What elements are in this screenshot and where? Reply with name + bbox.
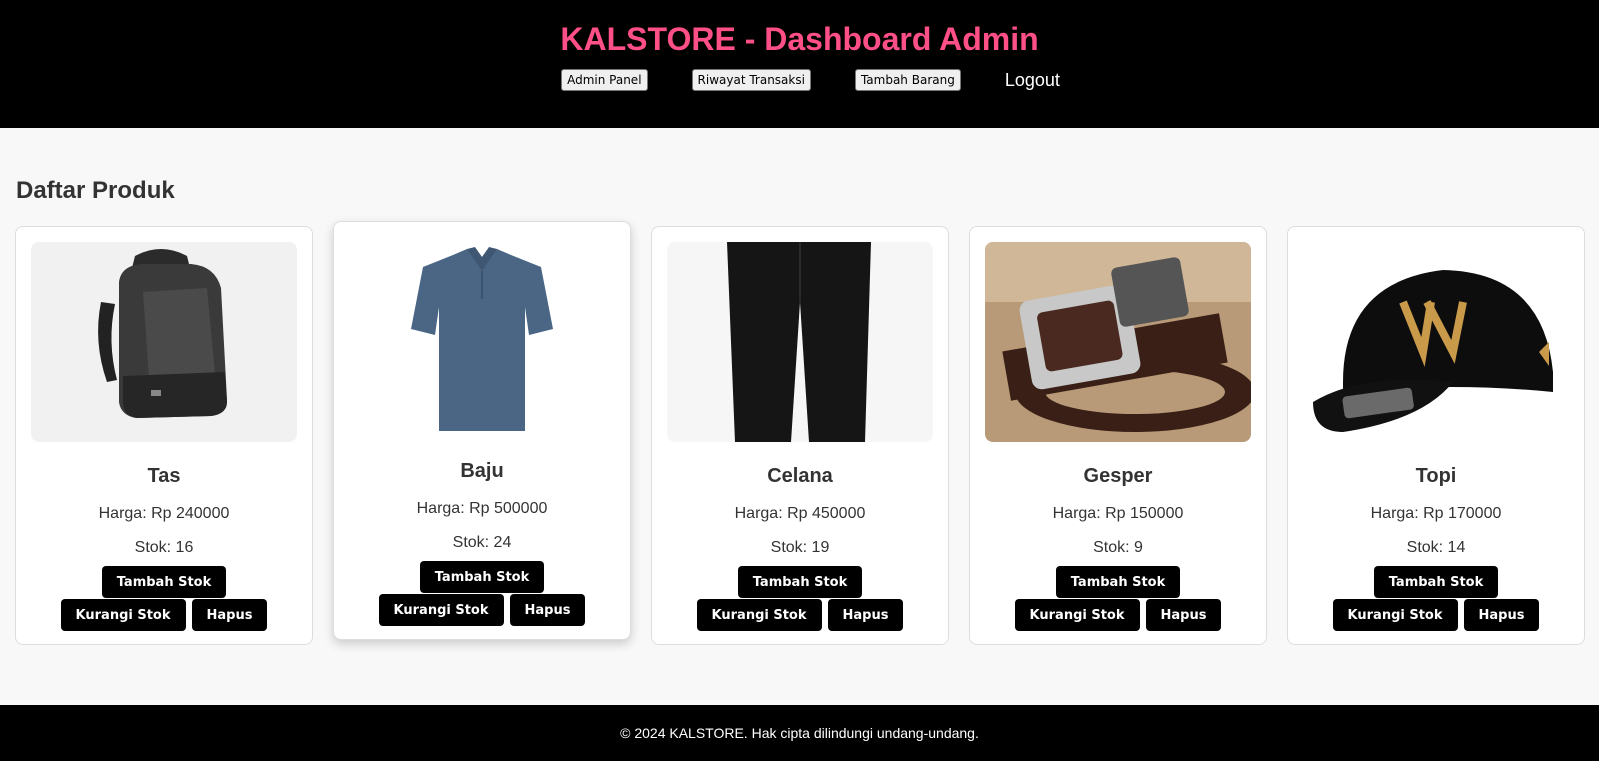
add-stock-button[interactable]: Tambah Stok — [101, 566, 227, 598]
product-stock: Stok: 14 — [1406, 539, 1466, 556]
product-card: Celana Harga: Rp 450000 Stok: 19 Tambah … — [651, 226, 949, 645]
site-header: KALSTORE - Dashboard Admin Admin Panel R… — [0, 0, 1599, 128]
product-name: Celana — [767, 465, 833, 487]
footer-text: © 2024 KALSTORE. Hak cipta dilindungi un… — [620, 725, 979, 741]
add-stock-button[interactable]: Tambah Stok — [1055, 566, 1181, 598]
product-card: Baju Harga: Rp 500000 Stok: 24 Tambah St… — [333, 221, 631, 640]
product-price: Harga: Rp 170000 — [1370, 505, 1502, 522]
product-stock: Stok: 24 — [452, 534, 512, 551]
riwayat-transaksi-button[interactable]: Riwayat Transaksi — [691, 69, 811, 91]
add-stock-button[interactable]: Tambah Stok — [737, 566, 863, 598]
product-name: Topi — [1415, 465, 1457, 487]
admin-panel-button[interactable]: Admin Panel — [561, 69, 648, 91]
cap-image — [1303, 242, 1569, 442]
add-stock-button[interactable]: Tambah Stok — [419, 561, 545, 593]
product-name: Tas — [147, 465, 181, 487]
delete-button[interactable]: Hapus — [191, 599, 268, 631]
product-stock: Stok: 16 — [134, 539, 194, 556]
logout-link[interactable]: Logout — [1005, 69, 1060, 91]
site-title: KALSTORE - Dashboard Admin — [560, 21, 1039, 57]
product-grid: Tas Harga: Rp 240000 Stok: 16 Tambah Sto… — [15, 221, 1585, 646]
product-stock: Stok: 19 — [770, 539, 830, 556]
delete-button[interactable]: Hapus — [1463, 599, 1540, 631]
reduce-stock-button[interactable]: Kurangi Stok — [1332, 599, 1458, 631]
product-stock: Stok: 9 — [1093, 539, 1143, 556]
top-nav: Admin Panel Riwayat Transaksi Tambah Bar… — [0, 69, 1599, 91]
product-actions: Tambah Stok Kurangi Stok Hapus — [652, 566, 948, 631]
backpack-image — [31, 242, 297, 442]
product-name: Baju — [460, 460, 504, 482]
reduce-stock-button[interactable]: Kurangi Stok — [1014, 599, 1140, 631]
delete-button[interactable]: Hapus — [509, 594, 586, 626]
trousers-image — [667, 242, 933, 442]
product-actions: Tambah Stok Kurangi Stok Hapus — [334, 561, 630, 626]
belt-image — [985, 242, 1251, 442]
polo-shirt-image — [349, 237, 615, 437]
tambah-barang-button[interactable]: Tambah Barang — [854, 69, 961, 91]
product-card: Gesper Harga: Rp 150000 Stok: 9 Tambah S… — [969, 226, 1267, 645]
product-price: Harga: Rp 500000 — [416, 500, 548, 517]
section-title: Daftar Produk — [16, 177, 175, 204]
product-price: Harga: Rp 240000 — [98, 505, 230, 522]
product-card: Topi Harga: Rp 170000 Stok: 14 Tambah St… — [1287, 226, 1585, 645]
product-name: Gesper — [1083, 465, 1153, 487]
reduce-stock-button[interactable]: Kurangi Stok — [378, 594, 504, 626]
delete-button[interactable]: Hapus — [1145, 599, 1222, 631]
reduce-stock-button[interactable]: Kurangi Stok — [696, 599, 822, 631]
site-footer: © 2024 KALSTORE. Hak cipta dilindungi un… — [0, 705, 1599, 761]
delete-button[interactable]: Hapus — [827, 599, 904, 631]
product-actions: Tambah Stok Kurangi Stok Hapus — [16, 566, 312, 631]
product-price: Harga: Rp 450000 — [734, 505, 866, 522]
product-card: Tas Harga: Rp 240000 Stok: 16 Tambah Sto… — [15, 226, 313, 645]
add-stock-button[interactable]: Tambah Stok — [1373, 566, 1499, 598]
product-price: Harga: Rp 150000 — [1052, 505, 1184, 522]
product-actions: Tambah Stok Kurangi Stok Hapus — [970, 566, 1266, 631]
product-actions: Tambah Stok Kurangi Stok Hapus — [1288, 566, 1584, 631]
reduce-stock-button[interactable]: Kurangi Stok — [60, 599, 186, 631]
